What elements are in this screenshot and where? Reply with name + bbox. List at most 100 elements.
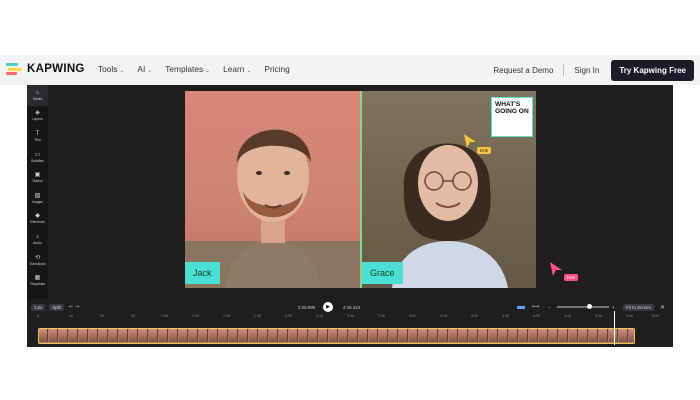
current-time: 3:20.999 — [298, 304, 316, 310]
ruler-tick: 0 — [37, 314, 39, 318]
clip-frame-thumbnail — [469, 329, 478, 342]
videos-icon: ▣ — [34, 172, 41, 179]
split-button[interactable]: Split — [49, 303, 64, 311]
clip-frame-thumbnail — [59, 329, 68, 342]
clip-frame-thumbnail — [289, 329, 298, 342]
sidebar-item-text[interactable]: T Text — [27, 126, 48, 147]
close-icon[interactable]: ✕ — [660, 304, 665, 311]
play-button[interactable]: ▶ — [323, 302, 333, 312]
transitions-icon: ⟲ — [34, 254, 41, 261]
ruler-tick: 2:15 — [316, 314, 323, 318]
ruler-tick: :30 — [99, 314, 104, 318]
nav-tools[interactable]: Tools ⌄ — [98, 64, 124, 74]
sidebar-item-layers[interactable]: ◈ Layers — [27, 106, 48, 127]
nav-right: Request a Demo Sign In Try Kapwing Free — [493, 58, 700, 82]
zoom-out-icon[interactable]: − — [548, 305, 551, 310]
zoom-slider[interactable] — [557, 306, 609, 308]
clip-frame-thumbnail — [349, 329, 358, 342]
sidebar-item-subtitles[interactable]: ▭ Subtitles — [27, 147, 48, 168]
clip-frame-thumbnail — [339, 329, 348, 342]
whats-going-on-sticker[interactable]: WHAT'S GOING ON — [491, 97, 533, 137]
kapwing-logo[interactable]: KAPWING — [6, 63, 85, 75]
clip-frame-thumbnail — [409, 329, 418, 342]
clip-frame-thumbnail — [539, 329, 548, 342]
sidebar-item-elements[interactable]: ◆ Elements — [27, 209, 48, 230]
timeline-controls: 1.0x Split ↩ ↪ 3:20.999 ▶ 4:45.324 ⟷ − +… — [27, 301, 673, 313]
clip-frame-thumbnail — [179, 329, 188, 342]
clip-frame-thumbnail — [159, 329, 168, 342]
zoom-in-icon[interactable]: + — [612, 305, 615, 310]
redo-icon[interactable]: ↪ — [76, 304, 80, 310]
clip-frame-thumbnail — [319, 329, 328, 342]
speed-select[interactable]: 1.0x — [31, 303, 46, 311]
name-tag-jack: Jack — [185, 262, 220, 284]
clip-frame-thumbnail — [559, 329, 568, 342]
clip-frame-thumbnail — [169, 329, 178, 342]
clip-frame-thumbnail — [519, 329, 528, 342]
undo-icon[interactable]: ↩ — [69, 304, 73, 310]
editor-sidebar: ⌂ Media ◈ Layers T Text ▭ Subtitles ▣ Videos … — [27, 85, 48, 299]
clip-frame-thumbnail — [499, 329, 508, 342]
request-demo-link[interactable]: Request a Demo — [493, 66, 553, 75]
clip-frame-thumbnail — [129, 329, 138, 342]
fit-to-screen-button[interactable]: Fit to Screen — [623, 303, 654, 311]
layers-icon: ◈ — [35, 110, 40, 117]
fit-width-icon[interactable]: ⟷ — [532, 304, 539, 310]
ruler-tick: 3:00 — [409, 314, 416, 318]
nav-ai[interactable]: AI ⌄ — [137, 64, 152, 74]
clip-frame-thumbnail — [399, 329, 408, 342]
clip-frame-thumbnail — [429, 329, 438, 342]
sidebar-item-transitions[interactable]: ⟲ Transitions — [27, 250, 48, 271]
video-left-jack[interactable]: Jack — [185, 91, 360, 288]
clip-frame-thumbnail — [49, 329, 58, 342]
top-nav: KAPWING Tools ⌄ AI ⌄ Templates ⌄ Learn ⌄ Pri… — [0, 55, 700, 85]
clip-frame-thumbnail — [119, 329, 128, 342]
clip-frame-thumbnail — [449, 329, 458, 342]
sidebar-item-audio[interactable]: ♪ Audio — [27, 229, 48, 250]
chevron-down-icon: ⌄ — [205, 68, 211, 74]
playhead[interactable] — [614, 311, 615, 345]
sign-in-link[interactable]: Sign In — [574, 66, 599, 75]
try-kapwing-free-button[interactable]: Try Kapwing Free — [611, 59, 694, 81]
page: KAPWING Tools ⌄ AI ⌄ Templates ⌄ Learn ⌄ Pri… — [0, 0, 700, 400]
clip-frame-thumbnail — [569, 329, 578, 342]
clip-frame-thumbnail — [309, 329, 318, 342]
clip-frame-thumbnail — [89, 329, 98, 342]
clip-frame-thumbnail — [39, 329, 48, 342]
templates-icon: ▦ — [34, 275, 41, 282]
clip-frame-thumbnail — [389, 329, 398, 342]
clip-frame-thumbnail — [419, 329, 428, 342]
nav-templates[interactable]: Templates ⌄ — [165, 64, 210, 74]
audio-icon: ♪ — [36, 233, 39, 240]
home-icon: ⌂ — [35, 89, 40, 96]
clip-frame-thumbnail — [199, 329, 208, 342]
cursor-ken-icon — [550, 262, 562, 276]
nav-menu: Tools ⌄ AI ⌄ Templates ⌄ Learn ⌄ Pricing — [98, 64, 290, 74]
chevron-down-icon: ⌄ — [147, 68, 153, 74]
clip-frame-thumbnail — [219, 329, 228, 342]
nav-divider — [563, 64, 565, 76]
clip-frame-thumbnail — [249, 329, 258, 342]
video-canvas[interactable]: Jack Grace WHAT'S GOING ON Erik Ken — [185, 91, 579, 288]
clip-frame-thumbnail — [629, 329, 634, 342]
clip-frame-thumbnail — [549, 329, 558, 342]
cursor-label-erik: Erik — [477, 147, 491, 154]
sidebar-item-templates[interactable]: ▦ Templates — [27, 270, 48, 291]
zoom-slider-handle[interactable] — [587, 304, 592, 309]
clip-frame-thumbnail — [599, 329, 608, 342]
clip-frame-thumbnail — [279, 329, 288, 342]
clip-frame-thumbnail — [79, 329, 88, 342]
video-clip-track[interactable] — [38, 328, 635, 344]
clip-frame-thumbnail — [359, 329, 368, 342]
sidebar-item-videos[interactable]: ▣ Videos — [27, 167, 48, 188]
clip-frame-thumbnail — [229, 329, 238, 342]
clip-frame-thumbnail — [509, 329, 518, 342]
nav-pricing[interactable]: Pricing — [264, 64, 289, 74]
clip-frame-thumbnail — [259, 329, 268, 342]
sidebar-item-images[interactable]: ▨ Images — [27, 188, 48, 209]
nav-learn[interactable]: Learn ⌄ — [223, 64, 251, 74]
waveform-icon[interactable] — [517, 305, 525, 309]
clip-frame-thumbnail — [579, 329, 588, 342]
sidebar-item-media[interactable]: ⌂ Media — [27, 85, 48, 106]
ruler-tick: 3:15 — [440, 314, 447, 318]
